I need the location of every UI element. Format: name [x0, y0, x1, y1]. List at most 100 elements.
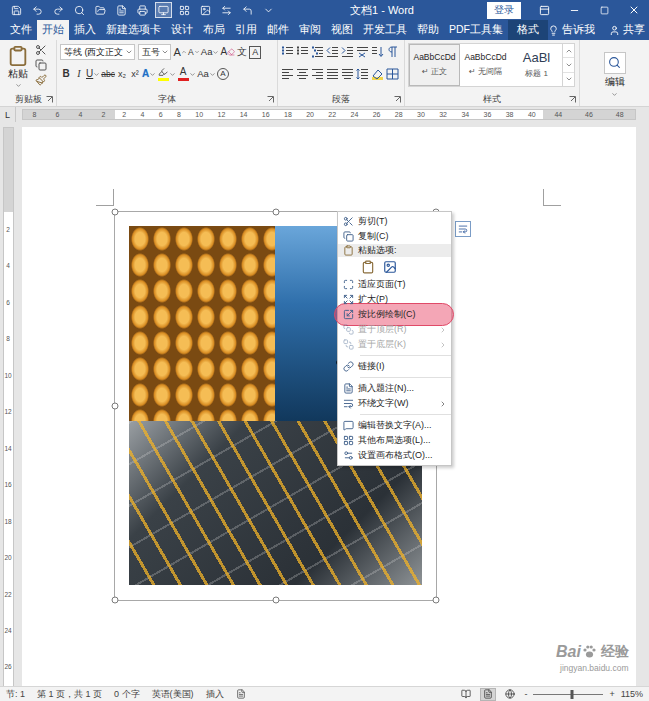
ribbon-tab[interactable]: 设计 [166, 20, 198, 40]
ribbon-tab[interactable]: 视图 [326, 20, 358, 40]
ribbon-tab[interactable]: PDF工具集 [444, 20, 508, 40]
ribbon-tab[interactable]: 开发工具 [358, 20, 412, 40]
spacing-icon[interactable] [356, 68, 369, 80]
paste-picture-button[interactable] [382, 259, 398, 275]
ribbon-tab[interactable]: 审阅 [294, 20, 326, 40]
gallery-more-button[interactable] [563, 73, 574, 86]
zoom-level[interactable]: 115% [621, 689, 643, 699]
ribbon-tab[interactable]: 引用 [230, 20, 262, 40]
dialog-launcher-icon[interactable] [267, 96, 274, 103]
status-item[interactable]: 英语(美国) [152, 688, 194, 701]
border-button[interactable]: A [249, 44, 261, 60]
quick-access-button[interactable] [71, 2, 88, 18]
shrink-button[interactable]: A [188, 44, 200, 60]
indent-icon[interactable] [341, 46, 354, 58]
ribbon-tab[interactable]: 文件 [5, 20, 37, 40]
quick-access-button[interactable] [50, 2, 67, 18]
status-item[interactable]: 第 1 页，共 1 页 [37, 688, 102, 701]
status-item[interactable]: 0 个字 [114, 688, 140, 701]
tab-selector[interactable]: L [0, 107, 16, 122]
editing-button[interactable] [604, 52, 626, 74]
quick-access-button[interactable] [176, 2, 193, 18]
quick-access-button[interactable] [8, 2, 25, 18]
dialog-launcher-icon[interactable] [46, 96, 53, 103]
resize-handle[interactable] [272, 209, 279, 216]
quick-access-button[interactable] [134, 2, 151, 18]
view-button[interactable] [458, 688, 474, 701]
sup-button[interactable]: x² [129, 66, 141, 82]
share-button[interactable]: 共享 [609, 23, 645, 37]
strike-button[interactable]: abc [101, 66, 115, 82]
resize-handle[interactable] [112, 597, 119, 604]
style-tile[interactable]: AaBl标题 1 [511, 44, 562, 86]
scroll-up-button[interactable] [563, 44, 574, 58]
right-icon[interactable] [311, 68, 324, 80]
font-size-select[interactable]: 五号 [138, 44, 171, 60]
multilevel-icon[interactable] [311, 46, 324, 58]
mango-picture[interactable] [129, 226, 275, 421]
ribbon-tab[interactable]: 格式 [508, 20, 548, 40]
sub-button[interactable]: x₂ [116, 66, 128, 82]
grow-button[interactable]: A [174, 44, 187, 60]
style-tile[interactable]: AaBbCcDd↵ 正文 [409, 44, 460, 86]
outdent-icon[interactable] [326, 46, 339, 58]
ribbon-tab[interactable]: 邮件 [262, 20, 294, 40]
ribbon-tab[interactable]: 开始 [37, 20, 69, 40]
cut-icon[interactable] [35, 44, 47, 56]
view-button[interactable] [502, 688, 518, 701]
size-button[interactable]: Aa [197, 66, 216, 82]
menu-item[interactable]: 复制(C) [338, 229, 451, 244]
ribbon-tab[interactable]: 帮助 [412, 20, 444, 40]
quick-access-button[interactable] [92, 2, 109, 18]
scroll-down-button[interactable] [563, 58, 574, 72]
ribbon-options-button[interactable] [529, 0, 559, 20]
view-button[interactable] [480, 688, 496, 701]
paste-button[interactable]: 粘贴 [3, 43, 33, 89]
status-item[interactable]: 插入 [206, 688, 224, 701]
page[interactable]: 剪切(T)复制(C)粘贴选项:适应页面(T)扩大(P)按比例绘制(C)置于顶层(… [22, 127, 636, 686]
paste-keep-button[interactable] [360, 259, 376, 275]
resize-handle[interactable] [112, 209, 119, 216]
quick-access-button[interactable] [155, 2, 172, 18]
menu-item[interactable]: 设置画布格式(O)... [338, 448, 451, 463]
bullets-icon[interactable] [281, 46, 294, 58]
shading-icon[interactable] [371, 68, 384, 80]
italic-button[interactable]: I [73, 66, 85, 82]
borders-icon[interactable] [386, 68, 399, 80]
chinese-icon[interactable] [356, 46, 369, 58]
phonetic-button[interactable]: 文 [236, 44, 248, 60]
status-item[interactable]: 节: 1 [6, 688, 25, 701]
resize-handle[interactable] [272, 597, 279, 604]
quick-access-button[interactable] [197, 2, 214, 18]
resize-handle[interactable] [433, 597, 440, 604]
font-name-select[interactable]: 等线 (西文正文 [60, 44, 135, 60]
case-button[interactable]: Aa [201, 44, 220, 60]
layout-options-button[interactable] [455, 221, 471, 237]
menu-item[interactable]: 其他布局选项(L)... [338, 433, 451, 448]
horizontal-ruler[interactable]: 8642246810121416182022242628303234363840… [22, 109, 636, 120]
quick-access-button[interactable] [113, 2, 130, 18]
minimize-button[interactable] [559, 0, 589, 20]
left-icon[interactable] [281, 68, 294, 80]
ribbon-tab[interactable]: 新建选项卡 [101, 20, 166, 40]
style-tile[interactable]: AaBbCcDd↵ 无间隔 [460, 44, 511, 86]
menu-item[interactable]: 剪切(T) [338, 214, 451, 229]
quick-access-button[interactable] [29, 2, 46, 18]
copy-icon[interactable] [35, 59, 47, 71]
tell-me[interactable]: 告诉我 [548, 23, 595, 37]
dialog-launcher-icon[interactable] [394, 96, 401, 103]
highlight-button[interactable] [157, 66, 176, 82]
justify-icon[interactable] [326, 68, 339, 80]
zoom-out-button[interactable]: - [524, 689, 527, 699]
dialog-launcher-icon[interactable] [569, 96, 576, 103]
quick-access-button[interactable] [218, 2, 235, 18]
menu-item[interactable]: 编辑替换文字(A)... [338, 418, 451, 433]
font-color-button[interactable]: A [177, 66, 196, 82]
distributed-icon[interactable] [341, 68, 354, 80]
zoom-in-button[interactable]: + [609, 689, 614, 699]
numbering-icon[interactable] [296, 46, 309, 58]
quick-access-button[interactable] [239, 2, 256, 18]
effects-button[interactable]: A [142, 66, 156, 82]
sort-icon[interactable] [371, 46, 384, 58]
ribbon-tab[interactable]: 插入 [69, 20, 101, 40]
